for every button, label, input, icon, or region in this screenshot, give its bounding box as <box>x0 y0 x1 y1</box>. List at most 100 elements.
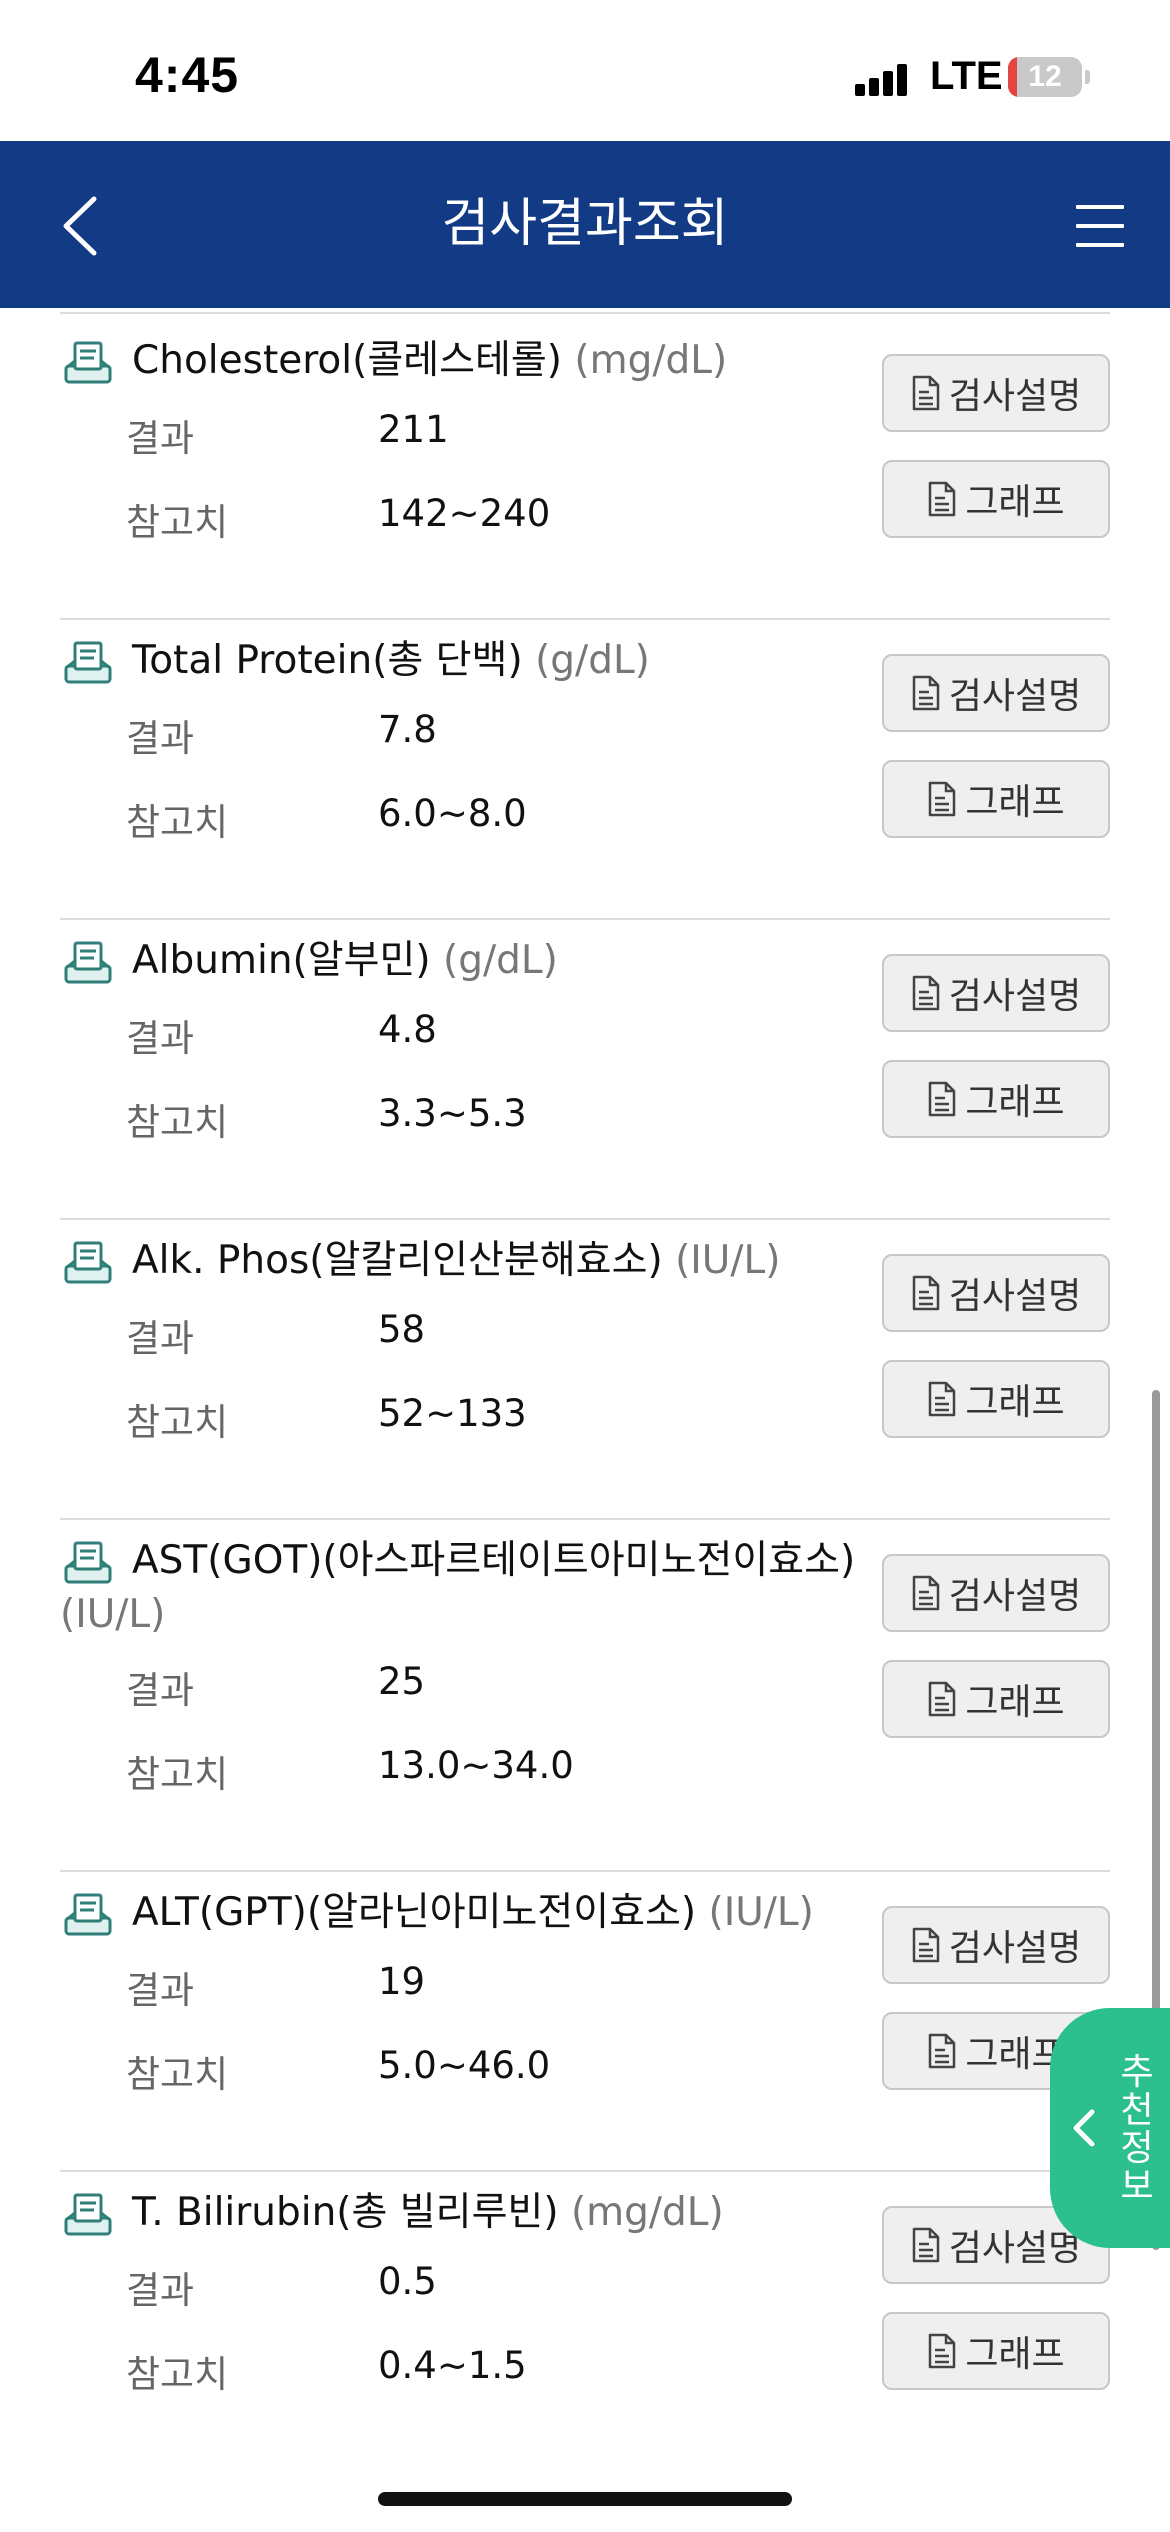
test-name: Cholesterol(콜레스테롤) (mg/dL) <box>60 334 860 388</box>
test-name: Total Protein(총 단백) (g/dL) <box>60 634 860 688</box>
graph-button[interactable]: 그래프 <box>882 1360 1110 1438</box>
graph-label: 그래프 <box>965 482 1065 523</box>
test-name: Albumin(알부민) (g/dL) <box>60 934 860 988</box>
test-description-label: 검사설명 <box>948 2228 1082 2269</box>
result-label: 결과 <box>126 1669 195 1712</box>
test-unit: (IU/L) <box>60 1592 166 1637</box>
reference-label: 참고치 <box>126 501 229 544</box>
document-icon <box>911 675 941 711</box>
graph-button[interactable]: 그래프 <box>882 2312 1110 2390</box>
test-result-item: T. Bilirubin(총 빌리루빈) (mg/dL) 결과 0.5 참고치 0.4~… <box>60 2172 1110 2428</box>
test-name: Alk. Phos(알칼리인산분해효소) (IU/L) <box>60 1234 860 1288</box>
test-description-label: 검사설명 <box>948 376 1082 417</box>
graph-button[interactable]: 그래프 <box>882 460 1110 538</box>
home-indicator[interactable] <box>378 2492 792 2506</box>
page-title: 검사결과조회 <box>441 194 729 254</box>
test-result-item: Alk. Phos(알칼리인산분해효소) (IU/L) 결과 58 참고치 52~133… <box>60 1220 1110 1520</box>
test-name-text: Alk. Phos(알칼리인산분해효소) <box>132 1238 663 1283</box>
status-time: 4:45 <box>135 47 240 103</box>
test-description-button[interactable]: 검사설명 <box>882 654 1110 732</box>
result-label: 결과 <box>126 2269 195 2312</box>
test-description-button[interactable]: 검사설명 <box>882 354 1110 432</box>
test-unit: (IU/L) <box>675 1238 781 1283</box>
menu-button[interactable] <box>1076 201 1134 251</box>
bottom-safe-area <box>0 2428 1170 2532</box>
status-bar: 4:45 LTE 12 <box>0 0 1170 141</box>
test-unit: (g/dL) <box>443 938 558 983</box>
signal-icon <box>855 62 909 96</box>
reference-value: 142~240 <box>378 492 551 535</box>
test-description-button[interactable]: 검사설명 <box>882 954 1110 1032</box>
document-icon <box>911 1575 941 1611</box>
chevron-left-icon <box>1073 2109 1095 2147</box>
test-unit: (mg/dL) <box>570 2190 724 2235</box>
test-description-label: 검사설명 <box>948 976 1082 1017</box>
reference-label: 참고치 <box>126 2353 229 2396</box>
document-icon <box>911 975 941 1011</box>
document-icon <box>927 1681 957 1717</box>
document-icon <box>927 2333 957 2369</box>
test-result-item: Albumin(알부민) (g/dL) 결과 4.8 참고치 3.3~5.3 검사설명 그래… <box>60 920 1110 1220</box>
document-icon <box>911 1927 941 1963</box>
graph-button[interactable]: 그래프 <box>882 1060 1110 1138</box>
document-icon <box>911 1275 941 1311</box>
hamburger-menu-icon <box>1076 205 1124 209</box>
document-icon <box>927 781 957 817</box>
graph-label: 그래프 <box>965 1382 1065 1423</box>
recommend-info-tab[interactable]: 추천정보 <box>1050 2008 1170 2248</box>
test-name-text: Total Protein(총 단백) <box>132 638 523 683</box>
network-type: LTE <box>930 54 1003 98</box>
graph-button[interactable]: 그래프 <box>882 1660 1110 1738</box>
result-value: 25 <box>378 1660 426 1703</box>
test-result-item: Total Protein(총 단백) (g/dL) 결과 7.8 참고치 6.0~8.… <box>60 620 1110 920</box>
graph-label: 그래프 <box>965 1082 1065 1123</box>
reference-value: 0.4~1.5 <box>378 2344 527 2387</box>
reference-value: 5.0~46.0 <box>378 2044 551 2087</box>
back-button[interactable] <box>40 181 130 271</box>
reference-label: 참고치 <box>126 801 229 844</box>
reference-value: 13.0~34.0 <box>378 1744 574 1787</box>
graph-button[interactable]: 그래프 <box>882 760 1110 838</box>
document-icon <box>911 2227 941 2263</box>
test-description-label: 검사설명 <box>948 1276 1082 1317</box>
graph-label: 그래프 <box>965 1682 1065 1723</box>
test-description-button[interactable]: 검사설명 <box>882 1554 1110 1632</box>
result-value: 19 <box>378 1960 426 2003</box>
test-name-text: Cholesterol(콜레스테롤) <box>132 338 562 383</box>
test-description-label: 검사설명 <box>948 1576 1082 1617</box>
graph-label: 그래프 <box>965 2334 1065 2375</box>
result-label: 결과 <box>126 417 195 460</box>
chevron-left-icon <box>63 196 97 256</box>
test-description-button[interactable]: 검사설명 <box>882 1906 1110 1984</box>
document-icon <box>927 1381 957 1417</box>
test-name: AST(GOT)(아스파르테이트아미노전이효소) (IU/L) <box>60 1534 860 1642</box>
document-icon <box>927 481 957 517</box>
result-label: 결과 <box>126 1317 195 1360</box>
test-unit: (g/dL) <box>535 638 650 683</box>
reference-value: 6.0~8.0 <box>378 792 527 835</box>
reference-label: 참고치 <box>126 2053 229 2096</box>
battery-icon: 12 <box>1008 57 1082 97</box>
app-header: 검사결과조회 <box>0 141 1170 308</box>
test-result-item: ALT(GPT)(알라닌아미노전이효소) (IU/L) 결과 19 참고치 5.0~46… <box>60 1872 1110 2172</box>
result-value: 4.8 <box>378 1008 437 1051</box>
result-label: 결과 <box>126 1969 195 2012</box>
document-icon <box>911 375 941 411</box>
test-description-button[interactable]: 검사설명 <box>882 1254 1110 1332</box>
divider <box>60 312 1110 314</box>
reference-value: 52~133 <box>378 1392 527 1435</box>
test-unit: (IU/L) <box>708 1890 814 1935</box>
result-value: 7.8 <box>378 708 437 751</box>
reference-label: 참고치 <box>126 1401 229 1444</box>
test-name: T. Bilirubin(총 빌리루빈) (mg/dL) <box>60 2186 860 2240</box>
test-result-item: AST(GOT)(아스파르테이트아미노전이효소) (IU/L) 결과 25 참고치 13… <box>60 1520 1110 1872</box>
reference-label: 참고치 <box>126 1753 229 1796</box>
recommend-info-label: 추천정보 <box>1120 2052 1154 2207</box>
test-result-list[interactable]: Cholesterol(콜레스테롤) (mg/dL) 결과 211 참고치 142~24… <box>0 308 1170 2428</box>
graph-label: 그래프 <box>965 782 1065 823</box>
test-description-label: 검사설명 <box>948 1928 1082 1969</box>
result-value: 211 <box>378 408 449 451</box>
result-label: 결과 <box>126 1017 195 1060</box>
result-value: 0.5 <box>378 2260 437 2303</box>
reference-value: 3.3~5.3 <box>378 1092 527 1135</box>
